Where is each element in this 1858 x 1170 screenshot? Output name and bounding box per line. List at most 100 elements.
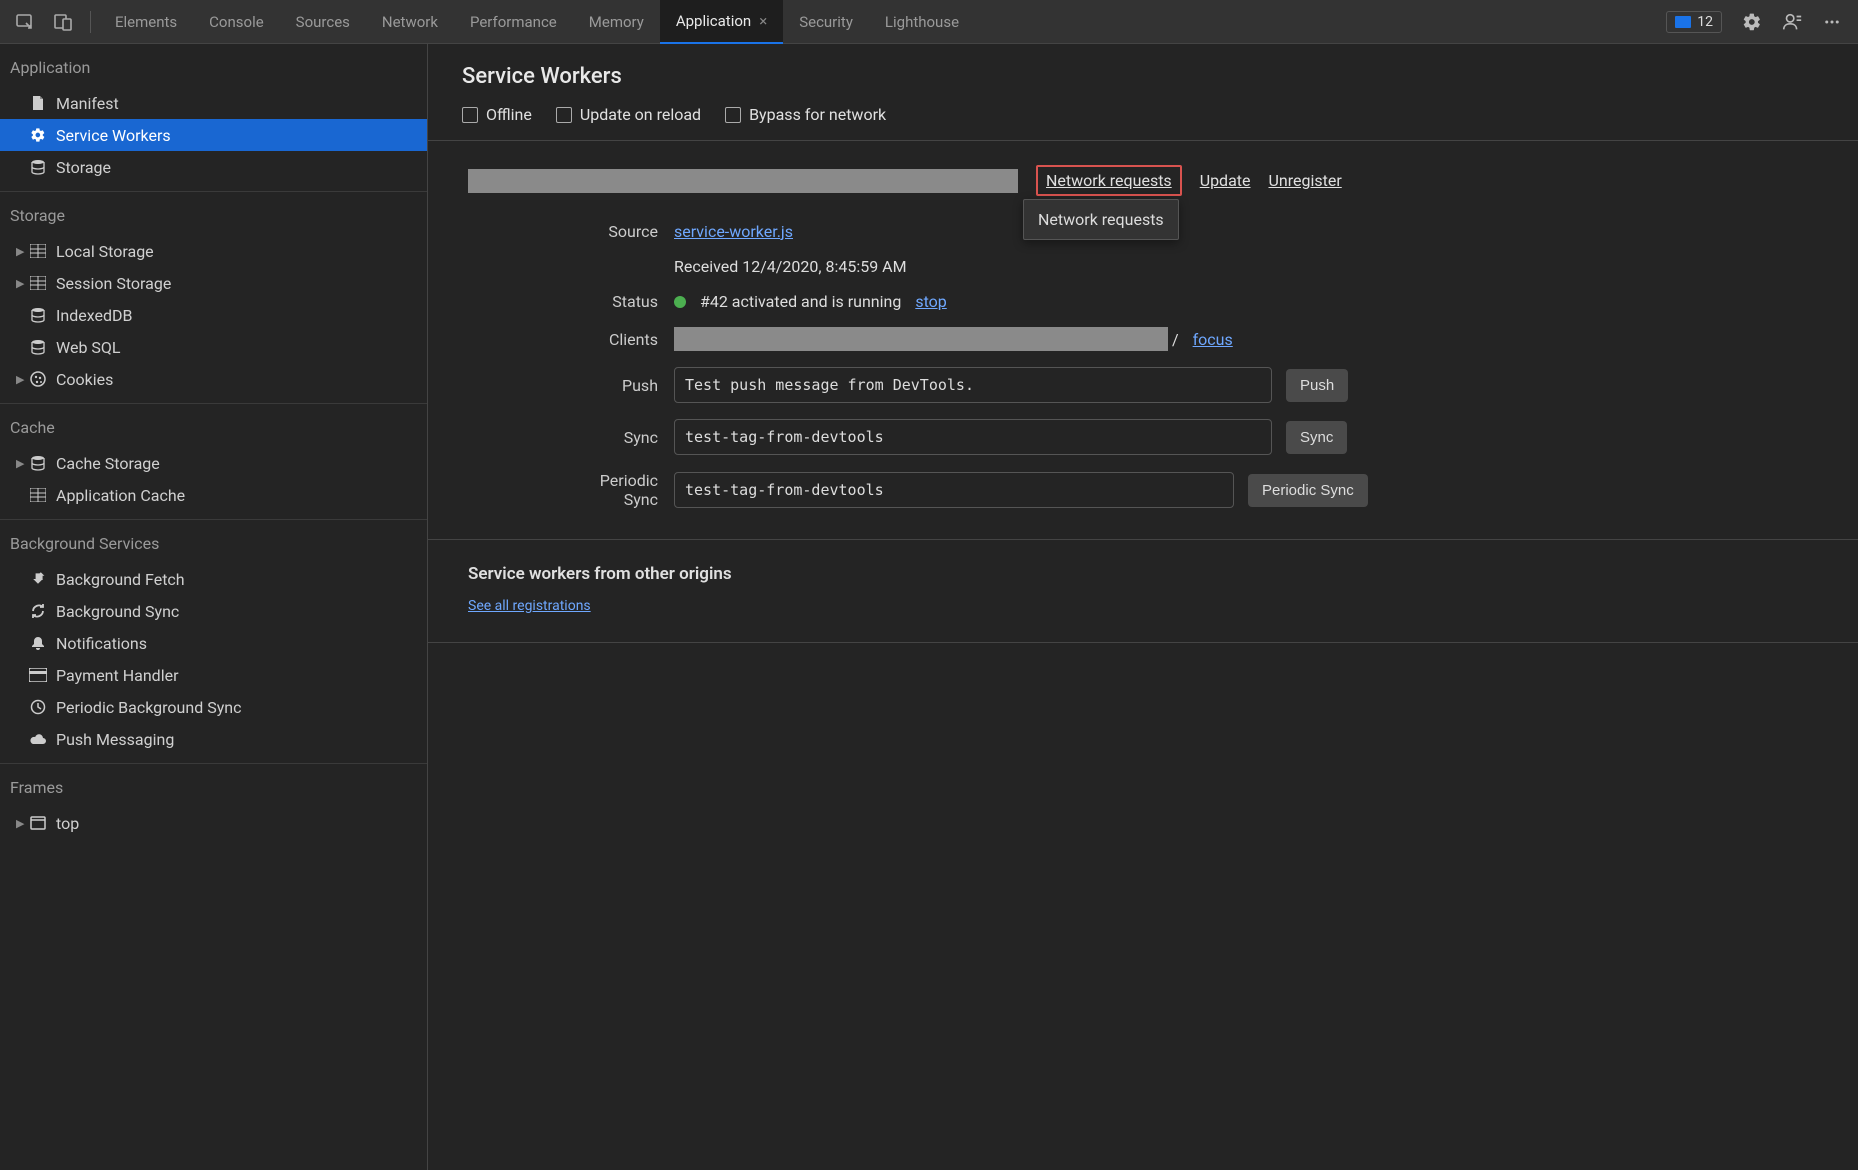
periodic-sync-label: Periodic Sync (564, 471, 674, 509)
message-icon (1675, 16, 1691, 28)
sidebar-cache-storage[interactable]: ▶ Cache Storage (0, 447, 427, 479)
chevron-right-icon: ▶ (16, 245, 28, 258)
other-origins-panel: Service workers from other origins See a… (428, 539, 1858, 643)
other-origins-title: Service workers from other origins (468, 564, 1818, 584)
status-text: #42 activated and is running (700, 292, 901, 311)
sidebar-websql[interactable]: Web SQL (0, 331, 427, 363)
device-toggle-icon[interactable] (49, 8, 77, 36)
table-icon (28, 241, 48, 261)
sidebar-cookies[interactable]: ▶ Cookies (0, 363, 427, 395)
sync-button[interactable]: Sync (1286, 421, 1347, 454)
sidebar-background-sync[interactable]: Background Sync (0, 595, 427, 627)
table-icon (28, 485, 48, 505)
status-dot-icon (674, 296, 686, 308)
top-tabs: Elements Console Sources Network Perform… (0, 0, 1858, 44)
checkbox-icon (556, 107, 572, 123)
cloud-icon (28, 729, 48, 749)
sidebar-payment-handler[interactable]: Payment Handler (0, 659, 427, 691)
chevron-right-icon: ▶ (16, 817, 28, 830)
section-storage: Storage (0, 192, 427, 235)
periodic-sync-input[interactable] (674, 472, 1234, 508)
client-url-redacted (674, 327, 1168, 351)
push-label: Push (564, 376, 674, 395)
tooltip: Network requests (1023, 199, 1179, 240)
sidebar-notifications[interactable]: Notifications (0, 627, 427, 659)
divider (90, 11, 91, 33)
tab-memory[interactable]: Memory (573, 0, 660, 44)
see-all-registrations-link[interactable]: See all registrations (468, 598, 591, 614)
tab-lighthouse[interactable]: Lighthouse (869, 0, 975, 44)
content: Service Workers Offline Update on reload… (428, 44, 1858, 1170)
bell-icon (28, 633, 48, 653)
chevron-right-icon: ▶ (16, 457, 28, 470)
fetch-icon (28, 569, 48, 589)
clock-icon (28, 697, 48, 717)
sync-input[interactable] (674, 419, 1272, 455)
sidebar-frame-top[interactable]: ▶ top (0, 807, 427, 839)
push-button[interactable]: Push (1286, 369, 1348, 402)
database-icon (28, 453, 48, 473)
profile-icon[interactable] (1778, 8, 1806, 36)
sidebar: Application Manifest Service Workers Sto… (0, 44, 428, 1170)
checkbox-offline[interactable]: Offline (462, 105, 532, 124)
sync-icon (28, 601, 48, 621)
unregister-link[interactable]: Unregister (1269, 171, 1342, 190)
page-title: Service Workers (462, 64, 1824, 89)
tab-security[interactable]: Security (783, 0, 869, 44)
sidebar-periodic-sync[interactable]: Periodic Background Sync (0, 691, 427, 723)
source-link[interactable]: service-worker.js (674, 222, 793, 241)
section-cache: Cache (0, 404, 427, 447)
source-label: Source (564, 222, 674, 241)
frame-icon (28, 813, 48, 833)
tab-application[interactable]: Application× (660, 0, 783, 44)
document-icon (28, 93, 48, 113)
focus-link[interactable]: focus (1193, 330, 1233, 349)
database-icon (28, 305, 48, 325)
table-icon (28, 273, 48, 293)
section-background: Background Services (0, 520, 427, 563)
update-link[interactable]: Update (1200, 171, 1251, 190)
sidebar-manifest[interactable]: Manifest (0, 87, 427, 119)
inspect-icon[interactable] (11, 8, 39, 36)
checkbox-bypass-network[interactable]: Bypass for network (725, 105, 886, 124)
tab-performance[interactable]: Performance (454, 0, 573, 44)
errors-count: 12 (1697, 14, 1713, 30)
sidebar-session-storage[interactable]: ▶ Session Storage (0, 267, 427, 299)
chevron-right-icon: ▶ (16, 373, 28, 386)
database-icon (28, 157, 48, 177)
worker-origin-redacted (468, 169, 1018, 193)
service-worker-panel: Network requests Update Unregister Netwo… (428, 140, 1858, 539)
sidebar-local-storage[interactable]: ▶ Local Storage (0, 235, 427, 267)
more-icon[interactable] (1818, 8, 1846, 36)
network-requests-link[interactable]: Network requests (1036, 165, 1182, 196)
cookie-icon (28, 369, 48, 389)
sidebar-service-workers[interactable]: Service Workers (0, 119, 427, 151)
sidebar-indexeddb[interactable]: IndexedDB (0, 299, 427, 331)
sidebar-push-messaging[interactable]: Push Messaging (0, 723, 427, 755)
content-header: Service Workers Offline Update on reload… (428, 44, 1858, 140)
close-icon[interactable]: × (759, 12, 767, 30)
sidebar-storage[interactable]: Storage (0, 151, 427, 183)
tab-sources[interactable]: Sources (280, 0, 366, 44)
tab-elements[interactable]: Elements (99, 0, 193, 44)
tab-console[interactable]: Console (193, 0, 280, 44)
received-text: Received 12/4/2020, 8:45:59 AM (674, 257, 907, 276)
section-application: Application (0, 44, 427, 87)
sync-label: Sync (564, 428, 674, 447)
push-input[interactable] (674, 367, 1272, 403)
status-label: Status (564, 292, 674, 311)
sidebar-application-cache[interactable]: Application Cache (0, 479, 427, 511)
checkbox-icon (462, 107, 478, 123)
tab-network[interactable]: Network (366, 0, 454, 44)
checkbox-icon (725, 107, 741, 123)
section-frames: Frames (0, 764, 427, 807)
clients-suffix: / (1172, 330, 1179, 349)
errors-badge[interactable]: 12 (1666, 11, 1722, 33)
sidebar-background-fetch[interactable]: Background Fetch (0, 563, 427, 595)
gear-icon (28, 125, 48, 145)
checkbox-update-on-reload[interactable]: Update on reload (556, 105, 701, 124)
credit-card-icon (28, 665, 48, 685)
periodic-sync-button[interactable]: Periodic Sync (1248, 474, 1368, 507)
gear-icon[interactable] (1738, 8, 1766, 36)
stop-link[interactable]: stop (915, 292, 946, 311)
